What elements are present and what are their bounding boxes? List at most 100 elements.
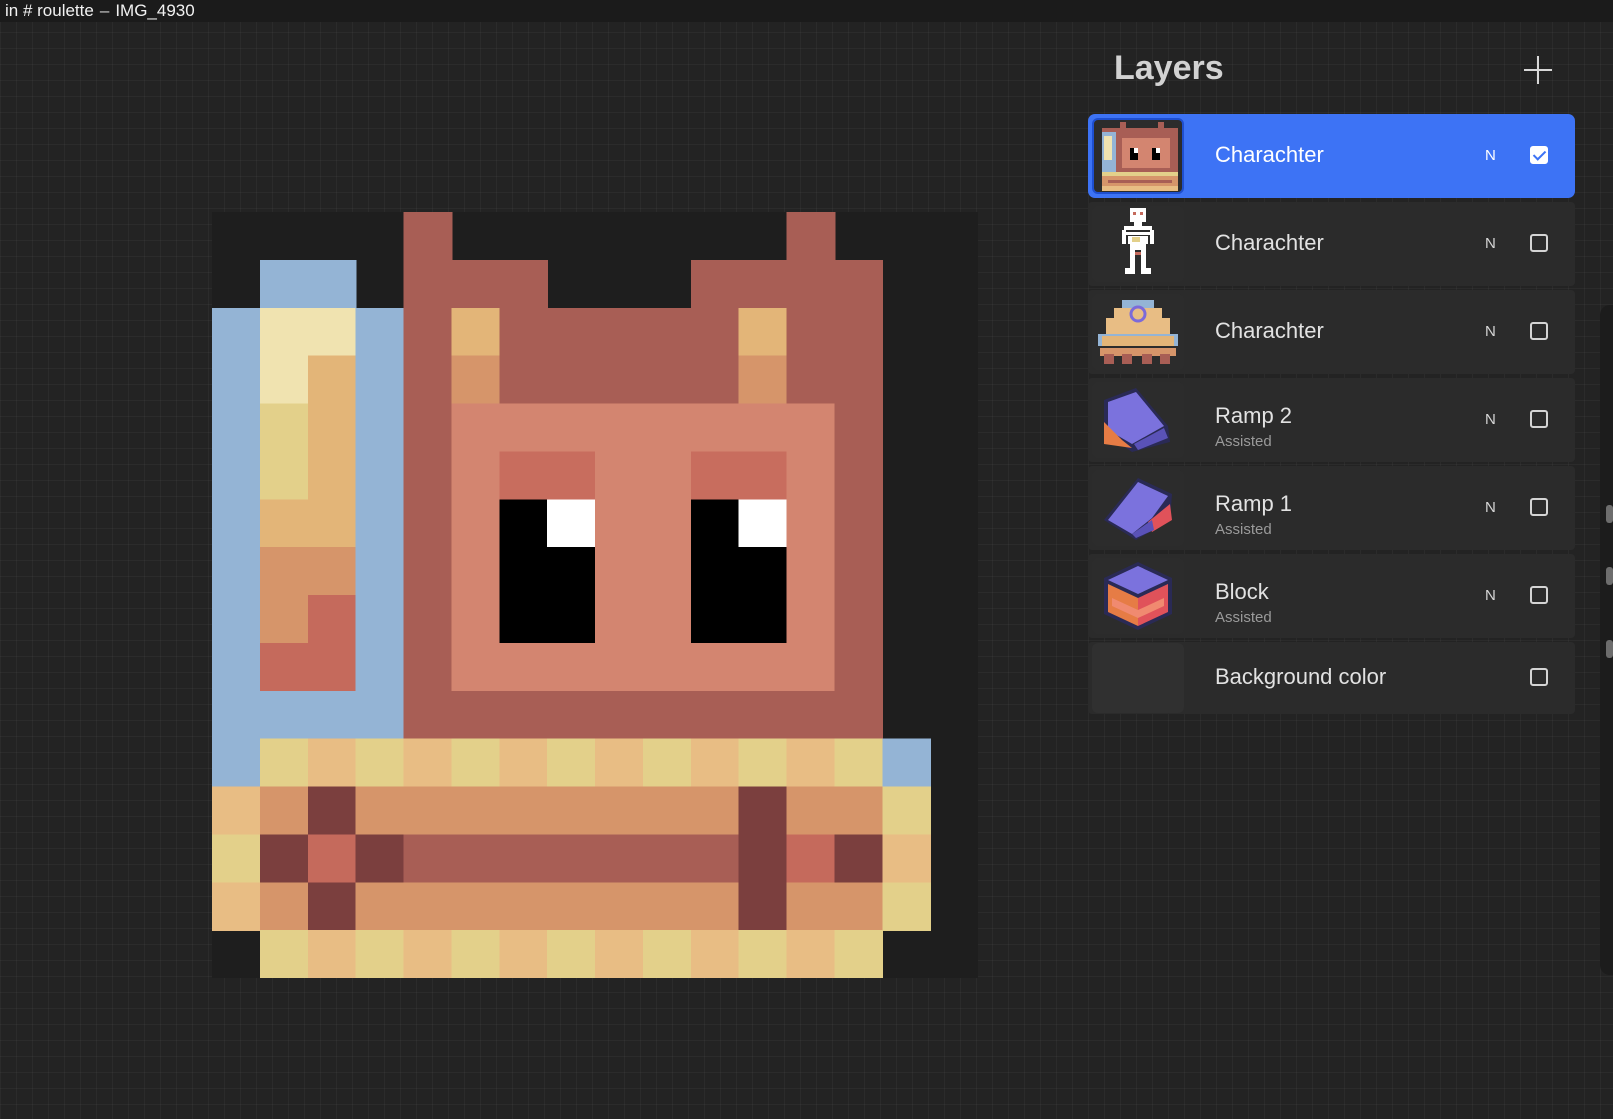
layer-name: Charachter [1215, 318, 1324, 343]
pixel [882, 882, 932, 932]
pixel [882, 834, 932, 884]
pixel [355, 355, 405, 405]
layer-row[interactable]: Charachter N [1088, 114, 1575, 198]
pixel [259, 499, 309, 549]
sidebar-slider-rail[interactable] [1600, 305, 1613, 975]
slider-handle[interactable] [1606, 505, 1613, 523]
add-layer-button[interactable] [1518, 50, 1558, 90]
pixel [690, 595, 740, 644]
pixel [307, 547, 357, 596]
pixel [642, 834, 692, 884]
layer-thumbnail[interactable] [1092, 470, 1184, 546]
layer-thumbnail[interactable] [1092, 294, 1184, 370]
pixel [786, 212, 836, 261]
pixel [499, 642, 549, 692]
pixel [307, 834, 357, 884]
pixel [642, 690, 692, 740]
pixel [738, 403, 788, 453]
layer-thumbnail[interactable] [1092, 558, 1184, 634]
pixel [355, 882, 405, 932]
blend-mode-button[interactable]: N [1485, 147, 1496, 164]
blend-mode-button[interactable]: N [1485, 411, 1496, 428]
pixel [642, 355, 692, 405]
layer-row[interactable]: Ramp 1 Assisted N [1088, 466, 1575, 550]
slider-handle[interactable] [1606, 640, 1613, 658]
pixel [834, 499, 884, 549]
pixel [690, 547, 740, 596]
pixel [690, 882, 740, 932]
layer-row[interactable]: Charachter N [1088, 202, 1575, 286]
visibility-checkbox[interactable] [1530, 146, 1548, 164]
layer-row[interactable]: Ramp 2 Assisted N [1088, 378, 1575, 462]
visibility-checkbox[interactable] [1530, 234, 1548, 252]
pixel [642, 738, 692, 788]
visibility-checkbox[interactable] [1530, 668, 1548, 686]
pixel [834, 259, 884, 309]
pixel [834, 930, 884, 978]
pixel [259, 451, 309, 501]
pixel [355, 595, 405, 644]
pixel [307, 786, 357, 836]
slider-handle[interactable] [1606, 567, 1613, 585]
visibility-checkbox[interactable] [1530, 498, 1548, 516]
pixel [403, 642, 453, 692]
pixel [212, 642, 261, 692]
pixel [403, 212, 453, 261]
pixel [786, 738, 836, 788]
pixel [547, 403, 596, 453]
pixel [547, 930, 596, 978]
pixel [834, 547, 884, 596]
pixel [403, 307, 453, 357]
layer-row[interactable]: Charachter N [1088, 290, 1575, 374]
pixel [451, 451, 501, 501]
blend-mode-button[interactable]: N [1485, 235, 1496, 252]
background-color-layer[interactable]: Background color [1088, 642, 1575, 714]
pixel [403, 355, 453, 405]
pixel [212, 834, 261, 884]
visibility-checkbox[interactable] [1530, 586, 1548, 604]
pixel [212, 451, 261, 501]
pixel [738, 642, 788, 692]
pixel [834, 834, 884, 884]
layer-row[interactable]: Block Assisted N [1088, 554, 1575, 638]
pixel [451, 738, 501, 788]
pixel [595, 355, 644, 405]
pixel [547, 595, 596, 644]
pixel [451, 882, 501, 932]
pixel [738, 259, 788, 309]
pixel [259, 355, 309, 405]
layer-name: Ramp 2 [1215, 403, 1293, 428]
blend-mode-button[interactable]: N [1485, 499, 1496, 516]
visibility-checkbox[interactable] [1530, 322, 1548, 340]
pixel [355, 307, 405, 357]
pixel [499, 930, 549, 978]
pixel [451, 547, 501, 596]
pixel [451, 499, 501, 549]
pixel [259, 642, 309, 692]
visibility-checkbox[interactable] [1530, 410, 1548, 428]
pixel [690, 642, 740, 692]
pixel [690, 307, 740, 357]
pixel [738, 834, 788, 884]
channel-name: in # roulette [5, 1, 94, 20]
pixel [355, 403, 405, 453]
pixel [259, 690, 309, 740]
pixel [451, 355, 501, 405]
pixel [355, 642, 405, 692]
ramp-1-thumbnail-icon [1104, 478, 1172, 540]
layer-thumbnail[interactable] [1092, 382, 1184, 458]
pixel [355, 690, 405, 740]
blend-mode-button[interactable]: N [1485, 587, 1496, 604]
layer-subtitle: Assisted [1215, 521, 1272, 538]
layer-thumbnail[interactable] [1092, 118, 1184, 194]
layer-thumbnail[interactable] [1092, 206, 1184, 282]
pixel [834, 882, 884, 932]
ramp-2-thumbnail-icon [1104, 388, 1170, 452]
drawing-canvas[interactable] [212, 212, 978, 978]
layer-name: Background color [1215, 664, 1387, 689]
pixel [499, 259, 549, 309]
pixel [499, 738, 549, 788]
blend-mode-button[interactable]: N [1485, 323, 1496, 340]
background-color-swatch[interactable] [1092, 643, 1184, 713]
pixel [212, 547, 261, 596]
